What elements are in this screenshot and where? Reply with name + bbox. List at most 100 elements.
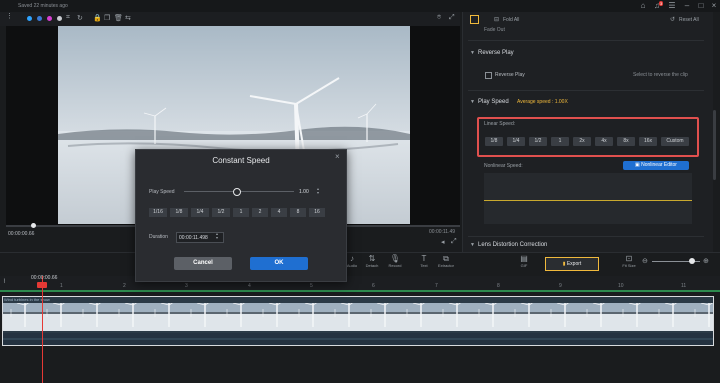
ok-button[interactable]: OK	[250, 257, 308, 270]
title-bar	[0, 0, 720, 12]
play-speed-value[interactable]: 1.00	[299, 189, 309, 195]
timeline-range-bar	[0, 290, 720, 292]
volume-icon[interactable]: ◂	[441, 238, 445, 246]
reset-all-label[interactable]: Reset All	[679, 17, 699, 23]
playhead-time: 00:00:00.66	[31, 275, 58, 281]
collapse-arrow-icon[interactable]: ▼	[470, 242, 475, 248]
linear-speed-custom[interactable]: Custom	[661, 137, 689, 146]
play-speed-header[interactable]: Play Speed	[478, 99, 509, 105]
ruler-tick: 3	[185, 283, 188, 289]
ruler-tick: 6	[372, 283, 375, 289]
fold-all-label[interactable]: Fold All	[503, 17, 519, 23]
reverse-play-header[interactable]: Reverse Play	[478, 50, 514, 56]
speed-option[interactable]: 1	[233, 208, 249, 217]
color-dot-navy-icon[interactable]	[37, 16, 42, 21]
ruler-tick: 11	[681, 283, 687, 289]
speed-option[interactable]: 1/4	[191, 208, 209, 217]
copy-icon[interactable]: ❐	[104, 14, 110, 22]
fit-size-tool[interactable]: ⊡ Fit Size	[617, 254, 641, 268]
speed-curve-line[interactable]	[484, 200, 692, 201]
reverse-hint: Select to reverse the clip	[633, 72, 688, 78]
detach-icon: ⇅	[368, 254, 376, 263]
extractor-tool[interactable]: ⧉ Extractor	[434, 254, 458, 268]
ruler-tick: 1	[60, 283, 63, 289]
maximize-icon[interactable]: □	[694, 1, 708, 11]
store-icon[interactable]: ⌂	[636, 1, 650, 11]
linear-speed-option[interactable]: 1/8	[485, 137, 503, 146]
grid-icon[interactable]: ⋮	[6, 12, 13, 20]
linear-speed-option[interactable]: 8x	[617, 137, 635, 146]
collapse-arrow-icon[interactable]: ▼	[470, 99, 475, 105]
nonlinear-curve-area[interactable]	[484, 173, 692, 224]
fold-all-icon[interactable]: ⊟	[494, 16, 499, 23]
panel-dock-icon[interactable]	[470, 15, 479, 24]
speed-option[interactable]: 8	[290, 208, 306, 217]
lens-distortion-header[interactable]: Lens Distortion Correction	[478, 242, 547, 248]
divider	[468, 90, 704, 91]
ruler-tick: 10	[618, 283, 624, 289]
divider	[468, 40, 704, 41]
constant-speed-dialog: Constant Speed × Play Speed 1.00 ▴ ▾ 1/16…	[135, 149, 347, 282]
record-tool[interactable]: 🎙 Record	[383, 254, 407, 268]
speed-option[interactable]: 1/16	[149, 208, 167, 217]
microphone-icon: 🎙	[389, 254, 401, 263]
rotate-icon[interactable]: ↻	[77, 14, 83, 22]
linear-speed-option[interactable]: 1	[551, 137, 569, 146]
speed-option[interactable]: 2	[252, 208, 268, 217]
zoom-slider-handle[interactable]	[689, 258, 695, 264]
snapshot-icon[interactable]: ⌾	[437, 14, 441, 22]
linear-speed-option[interactable]: 1/2	[529, 137, 547, 146]
minimize-icon[interactable]: –	[680, 1, 694, 11]
collapse-arrow-icon[interactable]: ▼	[470, 50, 475, 56]
empty-track-area	[0, 346, 720, 383]
dialog-close-icon[interactable]: ×	[335, 152, 340, 161]
close-window-icon[interactable]: ×	[707, 1, 720, 11]
detach-tool[interactable]: ⇅ Detach	[360, 254, 384, 268]
linear-speed-option[interactable]: 1/4	[507, 137, 525, 146]
nonlinear-editor-button[interactable]: ▣ Nonlinear Editor	[623, 161, 689, 170]
speed-stepper-icon[interactable]: ▴ ▾	[317, 187, 319, 195]
linear-speed-option[interactable]: 4x	[595, 137, 613, 146]
zoom-in-icon[interactable]: ⊕	[703, 257, 709, 265]
playhead-handle[interactable]	[37, 282, 47, 288]
speed-option[interactable]: 1/2	[212, 208, 230, 217]
export-label: Export	[566, 261, 582, 267]
color-dot-magenta-icon[interactable]	[47, 16, 52, 21]
lock-icon[interactable]: 🔒	[93, 14, 102, 22]
gif-tool[interactable]: ▤ GIF	[512, 254, 536, 268]
timeline-ruler[interactable]	[0, 276, 720, 290]
cancel-button[interactable]: Cancel	[174, 257, 232, 270]
reset-icon[interactable]: ↺	[670, 16, 675, 23]
crop-icon[interactable]: ⌗	[66, 14, 70, 22]
zoom-out-icon[interactable]: ⊖	[642, 257, 648, 265]
reverse-play-checkbox[interactable]	[485, 72, 492, 79]
text-tool[interactable]: T Text	[412, 254, 436, 268]
extractor-icon: ⧉	[443, 254, 449, 263]
duration-stepper-icon[interactable]: ▴ ▾	[216, 232, 218, 240]
expand-icon[interactable]: ⤢	[451, 238, 457, 246]
speed-option[interactable]: 1/8	[170, 208, 188, 217]
speed-option[interactable]: 16	[309, 208, 325, 217]
total-time: 00:00:11.49	[429, 229, 456, 235]
video-clip[interactable]	[2, 296, 714, 346]
linear-speed-option[interactable]: 16x	[639, 137, 657, 146]
play-speed-slider-handle[interactable]	[233, 188, 241, 196]
playhead-line[interactable]	[42, 276, 43, 383]
delete-icon[interactable]: 🗑	[114, 14, 123, 22]
duration-value: 00:00:11.498	[179, 235, 208, 241]
ruler-tick: 2	[123, 283, 126, 289]
text-icon: T	[421, 254, 427, 263]
flip-icon[interactable]: ⇆	[125, 14, 131, 22]
color-dot-blue-icon[interactable]	[27, 16, 32, 21]
fullscreen-icon[interactable]: ⤢	[449, 14, 455, 22]
color-dot-white-icon[interactable]	[57, 16, 62, 21]
scrubber-handle[interactable]	[31, 223, 36, 228]
average-speed: Average speed : 1.00X	[517, 99, 568, 105]
export-button[interactable]: ▮ Export	[545, 257, 599, 271]
current-time: 00:00:00.66	[8, 231, 35, 237]
panel-scrollbar[interactable]	[713, 110, 716, 180]
menu-icon[interactable]: ☰	[665, 1, 679, 11]
linear-speed-option[interactable]: 2x	[573, 137, 591, 146]
ruler-icon[interactable]: ⌇	[3, 278, 6, 285]
speed-option[interactable]: 4	[271, 208, 287, 217]
